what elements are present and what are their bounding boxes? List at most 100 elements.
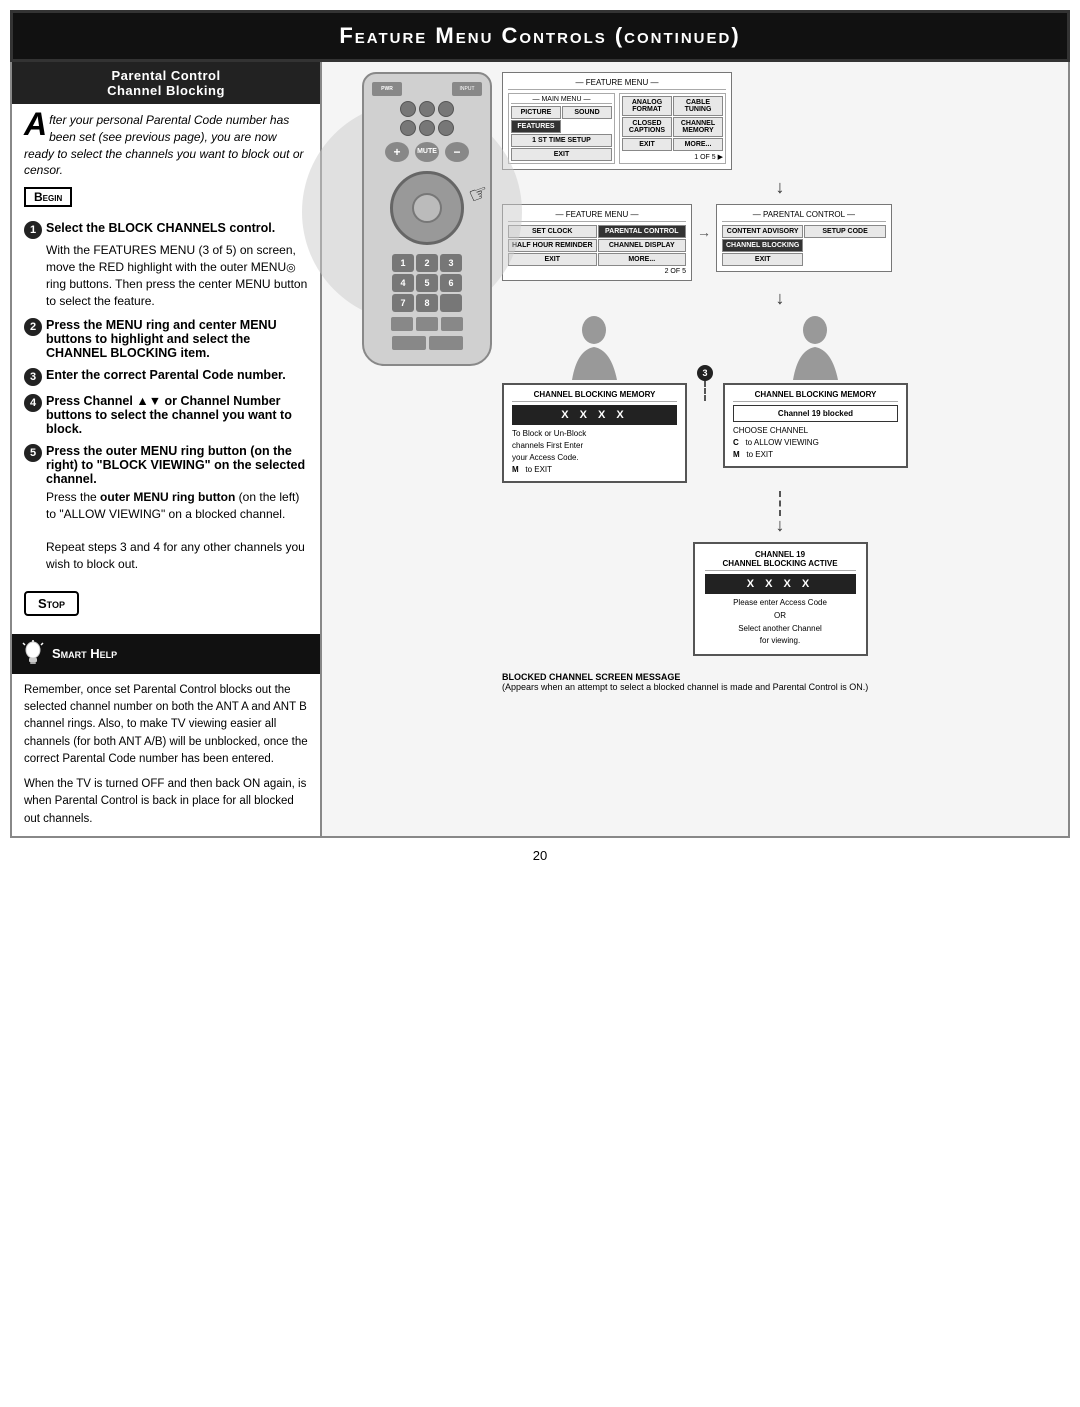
smart-help-body: Remember, once set Parental Control bloc… xyxy=(12,674,320,836)
menu2-parental: PARENTAL CONTROL xyxy=(598,225,687,238)
menu1-empty xyxy=(562,120,612,133)
bottom-btn-1[interactable] xyxy=(392,336,426,350)
power-btn[interactable]: PWR xyxy=(372,82,402,96)
circle-btn-2[interactable] xyxy=(419,101,435,117)
person-silhouette-1 xyxy=(567,315,622,380)
blocking-screen-2: CHANNEL BLOCKING MEMORY Channel 19 block… xyxy=(723,383,908,468)
step-4-title: Press Channel ▲▼ or Channel Number butto… xyxy=(46,394,308,436)
menu1-features: FEATURES xyxy=(511,120,561,133)
blocking-screen-2-channel: Channel 19 blocked xyxy=(733,405,898,422)
menu1-more: MORE... xyxy=(673,138,723,151)
menu1-1st-setup: 1 ST TIME SETUP xyxy=(511,134,612,147)
num-btn-9[interactable] xyxy=(440,294,462,312)
num-btn-6[interactable]: 6 xyxy=(440,274,462,292)
step-2: 2 Press the MENU ring and center MENU bu… xyxy=(24,318,308,360)
arrow-down-2: ↓ xyxy=(502,289,1058,307)
minus-btn[interactable]: − xyxy=(445,142,469,162)
menu1-page: 1 OF 5 ▶ xyxy=(622,153,723,161)
menu2-page: 2 OF 5 xyxy=(508,268,686,275)
circle-btn-3[interactable] xyxy=(438,101,454,117)
step-5-num: 5 xyxy=(24,444,42,462)
blocking-screen-2-title: CHANNEL BLOCKING MEMORY xyxy=(733,390,898,402)
arrow-down-3: ↓ xyxy=(776,516,785,534)
mute-btn[interactable]: MUTE xyxy=(415,142,439,162)
main-layout: Parental Control Channel Blocking After … xyxy=(10,62,1070,838)
menus-column: — FEATURE MENU — — MAIN MENU — PICTURE S… xyxy=(502,72,1058,692)
intro-body: fter your personal Parental Code number … xyxy=(24,113,304,177)
blocked-caption-text: (Appears when an attempt to select a blo… xyxy=(502,682,882,692)
step-3-indicator: 3 xyxy=(697,365,713,401)
smart-help-title: Smart Help xyxy=(52,646,117,661)
person-silhouette-2 xyxy=(788,315,843,380)
circle-btn-1[interactable] xyxy=(400,101,416,117)
step-1: 1 Select the BLOCK CHANNELS control. Wit… xyxy=(24,221,308,310)
position-btn-1[interactable] xyxy=(391,317,413,331)
num-btn-3[interactable]: 3 xyxy=(440,254,462,272)
menu1-sound: SOUND xyxy=(562,106,612,119)
hand-pointer-icon: ☞ xyxy=(465,178,492,209)
num-btn-4[interactable]: 4 xyxy=(392,274,414,292)
main-menu-subtitle: — MAIN MENU — xyxy=(511,96,612,104)
step-3: 3 Enter the correct Parental Code number… xyxy=(24,368,308,386)
section-title-line2: Channel Blocking xyxy=(16,83,316,98)
menu-ring[interactable]: ☞ xyxy=(390,171,464,245)
step-4-num: 4 xyxy=(24,394,42,412)
begin-box: Begin xyxy=(24,187,72,207)
menu2-area: — FEATURE MENU — SET CLOCK PARENTAL CONT… xyxy=(502,204,1058,281)
smart-help: Smart Help Remember, once set Parental C… xyxy=(12,634,320,836)
menu1-area: — FEATURE MENU — — MAIN MENU — PICTURE S… xyxy=(502,72,1058,170)
left-content: After your personal Parental Code number… xyxy=(12,104,320,624)
circle-btn-5[interactable] xyxy=(419,120,435,136)
bottom-blocking-screen: CHANNEL 19 CHANNEL BLOCKING ACTIVE X X X… xyxy=(693,542,868,656)
menu1-picture: PICTURE xyxy=(511,106,561,119)
blocking-screen-2-text: CHOOSE CHANNEL C to ALLOW VIEWING M to E… xyxy=(733,425,898,461)
parental-control-menu: — PARENTAL CONTROL — CONTENT ADVISORY SE… xyxy=(716,204,892,272)
bottom-btn-2[interactable] xyxy=(429,336,463,350)
menu1-analog: ANALOG FORMAT xyxy=(622,96,672,116)
circle-btn-6[interactable] xyxy=(438,120,454,136)
left-panel: Parental Control Channel Blocking After … xyxy=(12,62,322,836)
feature-menu-2: — FEATURE MENU — SET CLOCK PARENTAL CONT… xyxy=(502,204,692,281)
position-btn-2[interactable] xyxy=(416,317,438,331)
number-grid: 1 2 3 4 5 6 7 8 xyxy=(392,254,462,312)
menu2-half-hour: HALF HOUR REMINDER xyxy=(508,239,597,252)
plus-btn[interactable]: + xyxy=(385,142,409,162)
num-btn-2[interactable]: 2 xyxy=(416,254,438,272)
intro-text: After your personal Parental Code number… xyxy=(24,112,308,179)
blocked-caption-title: BLOCKED CHANNEL SCREEN MESSAGE xyxy=(502,672,882,682)
blocking-screen-1-title: CHANNEL BLOCKING MEMORY xyxy=(512,390,677,402)
num-btn-7[interactable]: 7 xyxy=(392,294,414,312)
parental-empty xyxy=(804,239,885,252)
blocking-screen-2-container: CHANNEL BLOCKING MEMORY Channel 19 block… xyxy=(723,315,908,468)
circle-btn-4[interactable] xyxy=(400,120,416,136)
step-5-title: Press the outer MENU ring button (on the… xyxy=(46,444,308,486)
menu2-exit: EXIT xyxy=(508,253,597,266)
menu1-exit: EXIT xyxy=(511,148,612,161)
menu2-set-clock: SET CLOCK xyxy=(508,225,597,238)
bottom-screen-ch19: CHANNEL 19 xyxy=(705,550,856,559)
parental-setup-code: SETUP CODE xyxy=(804,225,885,238)
num-btn-5[interactable]: 5 xyxy=(416,274,438,292)
blocking-screen-1-xs: X X X X xyxy=(512,405,677,425)
menu1-closed: CLOSED CAPTIONS xyxy=(622,117,672,137)
step-2-num: 2 xyxy=(24,318,42,336)
menu1-channel-mem: CHANNEL MEMORY xyxy=(673,117,723,137)
section-title-line1: Parental Control xyxy=(16,68,316,83)
parental-content-advisory: CONTENT ADVISORY xyxy=(722,225,803,238)
page-header: Feature Menu Controls (continued) xyxy=(10,10,1070,62)
feature-menu-1: — FEATURE MENU — — MAIN MENU — PICTURE S… xyxy=(502,72,732,170)
menu-center-btn[interactable] xyxy=(412,193,442,223)
num-btn-8[interactable]: 8 xyxy=(416,294,438,312)
menu2-more: MORE... xyxy=(598,253,687,266)
diagrams-area: PWR INPUT xyxy=(332,72,1058,692)
num-btn-1[interactable]: 1 xyxy=(392,254,414,272)
input-btn[interactable]: INPUT xyxy=(452,82,482,96)
menu1-cable: CABLE TUNING xyxy=(673,96,723,116)
bottom-arrow-area: ↓ xyxy=(502,491,1058,534)
position-btn-3[interactable] xyxy=(441,317,463,331)
bottom-screen-text: Please enter Access Code OR Select anoth… xyxy=(705,597,856,648)
blocked-caption-area: BLOCKED CHANNEL SCREEN MESSAGE (Appears … xyxy=(502,672,882,692)
lightbulb-icon xyxy=(22,640,44,668)
blocking-screen-1-container: CHANNEL BLOCKING MEMORY X X X X To Block… xyxy=(502,315,687,483)
remote-control: PWR INPUT xyxy=(332,72,492,366)
